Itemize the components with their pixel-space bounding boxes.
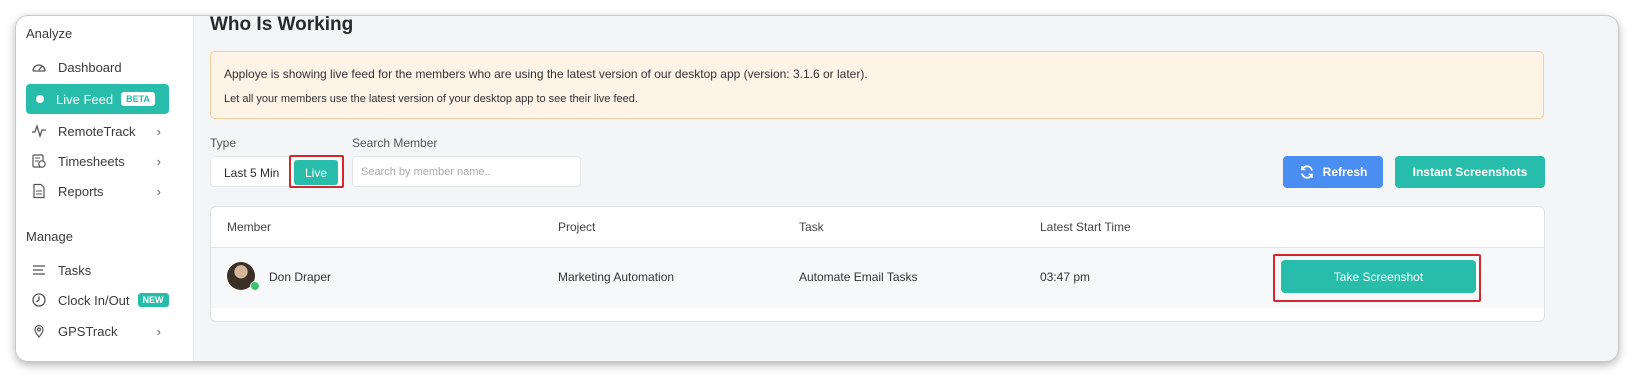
map-pin-icon bbox=[30, 322, 48, 340]
project-name: Marketing Automation bbox=[558, 270, 675, 284]
chevron-right-icon: › bbox=[156, 123, 161, 139]
sidebar-item-clock-in-out[interactable]: Clock In/Out NEW bbox=[26, 285, 169, 315]
latest-start-time: 03:47 pm bbox=[1040, 270, 1091, 284]
table-row: Don Draper Marketing Automation Automate… bbox=[211, 248, 1544, 308]
sidebar-item-label: GPSTrack bbox=[58, 323, 118, 339]
column-header-member: Member bbox=[227, 220, 272, 234]
refresh-icon bbox=[1299, 164, 1315, 180]
members-table: Member Project Task Latest Start Time Do… bbox=[210, 206, 1545, 322]
sidebar-item-label: Clock In/Out bbox=[58, 292, 130, 308]
sidebar-item-label: Timesheets bbox=[58, 153, 125, 169]
section-manage: Manage bbox=[26, 229, 73, 244]
section-analyze: Analyze bbox=[26, 26, 73, 41]
notice-banner: Apploye is showing live feed for the mem… bbox=[210, 51, 1544, 119]
online-status-icon bbox=[250, 281, 260, 291]
refresh-label: Refresh bbox=[1322, 165, 1368, 179]
type-toggle: Last 5 Min Live bbox=[210, 155, 344, 188]
dot-icon bbox=[36, 95, 44, 103]
chevron-right-icon: › bbox=[156, 323, 161, 339]
sidebar-item-tasks[interactable]: Tasks bbox=[26, 255, 169, 285]
sidebar-item-reports[interactable]: Reports › bbox=[26, 176, 169, 206]
take-screenshot-button[interactable]: Take Screenshot bbox=[1281, 260, 1476, 293]
chevron-right-icon: › bbox=[156, 183, 161, 199]
search-member-label: Search Member bbox=[352, 136, 438, 150]
beta-badge: BETA bbox=[121, 92, 155, 106]
new-badge: NEW bbox=[137, 293, 169, 307]
notice-line-2: Let all your members use the latest vers… bbox=[224, 93, 638, 105]
sidebar-item-timesheets[interactable]: Timesheets › bbox=[26, 146, 169, 176]
page-title: Who Is Working bbox=[210, 16, 354, 35]
sidebar-item-remotetrack[interactable]: RemoteTrack › bbox=[26, 116, 169, 146]
table-header: Member Project Task Latest Start Time bbox=[211, 207, 1544, 248]
pulse-icon bbox=[30, 122, 48, 140]
sidebar: Analyze Dashboard Live Feed BETA RemoteT… bbox=[16, 16, 194, 361]
member-name: Don Draper bbox=[269, 270, 332, 284]
list-icon bbox=[30, 261, 48, 279]
sidebar-item-label: RemoteTrack bbox=[58, 123, 136, 139]
task-name: Automate Email Tasks bbox=[799, 270, 918, 284]
chevron-right-icon: › bbox=[156, 153, 161, 169]
main-content: Who Is Working Apploye is showing live f… bbox=[194, 16, 1618, 361]
column-header-latest-start-time: Latest Start Time bbox=[1040, 220, 1131, 234]
column-header-task: Task bbox=[799, 220, 824, 234]
sidebar-item-dashboard[interactable]: Dashboard bbox=[26, 52, 169, 82]
search-member-input[interactable] bbox=[352, 156, 581, 187]
app-window: Analyze Dashboard Live Feed BETA RemoteT… bbox=[16, 16, 1618, 361]
instant-screenshots-button[interactable]: Instant Screenshots bbox=[1395, 156, 1545, 188]
clock-icon bbox=[30, 291, 48, 309]
type-option-live[interactable]: Live bbox=[294, 160, 338, 185]
gauge-icon bbox=[30, 58, 48, 76]
sidebar-item-label: Tasks bbox=[58, 262, 92, 278]
report-icon bbox=[30, 182, 48, 200]
sidebar-item-label: Dashboard bbox=[58, 59, 122, 75]
column-header-project: Project bbox=[558, 220, 596, 234]
timesheet-icon bbox=[30, 152, 48, 170]
type-option-last-5-min[interactable]: Last 5 Min bbox=[224, 166, 279, 180]
refresh-button[interactable]: Refresh bbox=[1283, 156, 1383, 188]
sidebar-item-label: Live Feed bbox=[56, 91, 114, 107]
sidebar-item-gpstrack[interactable]: GPSTrack › bbox=[26, 316, 169, 346]
notice-line-1: Apploye is showing live feed for the mem… bbox=[224, 67, 868, 81]
type-label: Type bbox=[210, 136, 237, 150]
sidebar-item-label: Reports bbox=[58, 183, 104, 199]
sidebar-item-live-feed[interactable]: Live Feed BETA bbox=[26, 84, 169, 114]
